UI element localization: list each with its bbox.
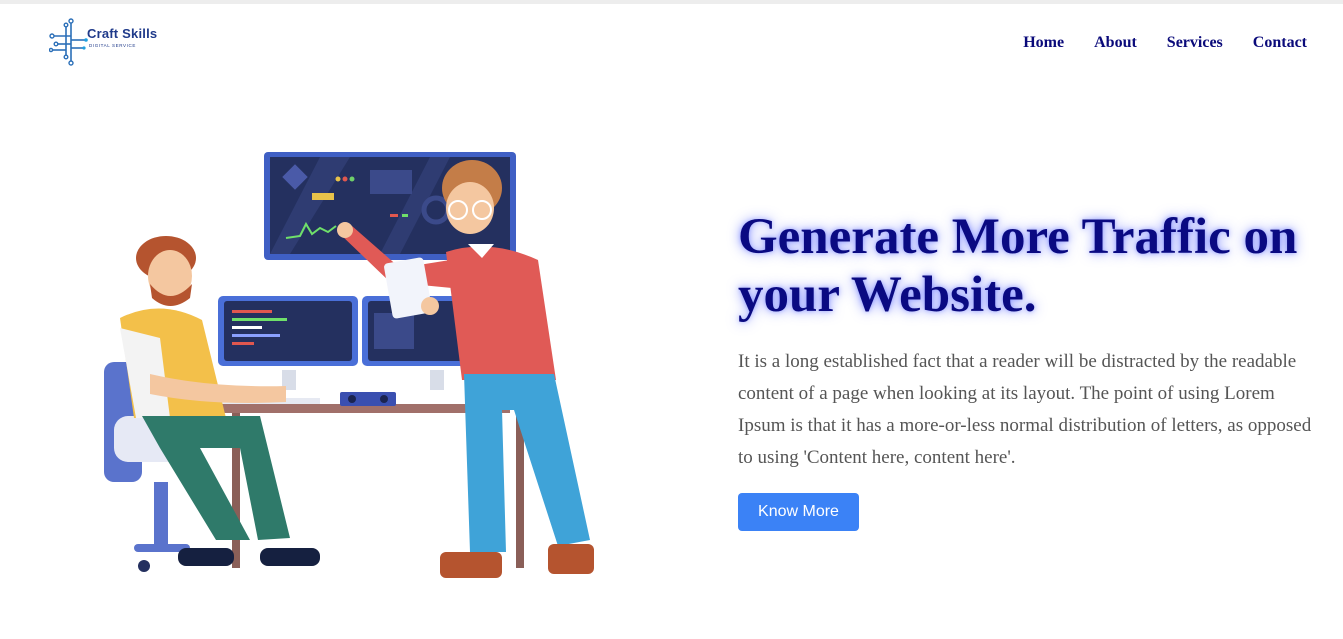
brand-logo[interactable]: Craft Skills DIGITAL SERVICE (49, 16, 199, 68)
hero-description: It is a long established fact that a rea… (738, 351, 1312, 468)
two-developers-at-computer-desk-illustration (104, 152, 594, 578)
site-header: Craft Skills DIGITAL SERVICE Home About … (0, 4, 1343, 84)
nav-contact[interactable]: Contact (1253, 34, 1307, 52)
main-nav: Home About Services Contact (1023, 34, 1307, 52)
circuit-logo-icon (49, 18, 88, 66)
know-more-button[interactable]: Know More (738, 493, 859, 531)
nav-home[interactable]: Home (1023, 34, 1064, 52)
brand-name: Craft Skills (87, 26, 158, 41)
nav-services[interactable]: Services (1167, 34, 1223, 52)
brand-tagline: DIGITAL SERVICE (89, 43, 136, 48)
hero-title: Generate More Traffic on your Website. (738, 209, 1298, 323)
nav-about[interactable]: About (1094, 34, 1137, 52)
